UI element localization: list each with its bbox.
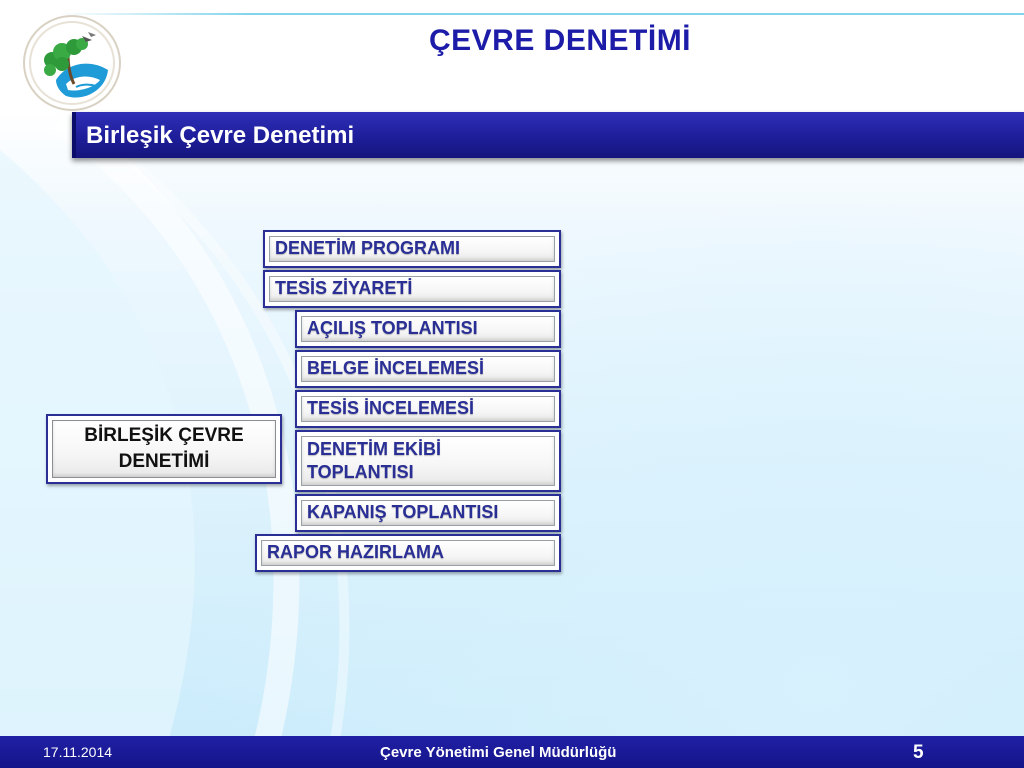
step-label: BELGE İNCELEMESİ bbox=[307, 358, 485, 379]
diagram-root-box: BİRLEŞİK ÇEVRE DENETİMİ bbox=[46, 414, 282, 484]
step-label: AÇILIŞ TOPLANTISI bbox=[307, 318, 478, 339]
step-box-tesis-incelemesi: TESİS İNCELEMESİ bbox=[295, 390, 561, 428]
step-box-tesis-ziyareti: TESİS ZİYARETİ bbox=[263, 270, 561, 308]
step-box-kapanis-toplantisi: KAPANIŞ TOPLANTISI bbox=[295, 494, 561, 532]
step-box-denetim-programi: DENETİM PROGRAMI bbox=[263, 230, 561, 268]
step-label: TESİS İNCELEMESİ bbox=[307, 398, 475, 419]
header-line bbox=[60, 13, 1024, 15]
step-box-acilis-toplantisi: AÇILIŞ TOPLANTISI bbox=[295, 310, 561, 348]
diagram-root-label: BİRLEŞİK ÇEVRE DENETİMİ bbox=[84, 425, 244, 472]
page-number: 5 bbox=[913, 742, 924, 763]
step-box-denetim-ekibi-toplantisi: DENETİM EKİBİ TOPLANTISI bbox=[295, 430, 561, 492]
step-box-belge-incelemesi: BELGE İNCELEMESİ bbox=[295, 350, 561, 388]
step-label: DENETİM EKİBİ TOPLANTISI bbox=[307, 438, 442, 482]
step-label: DENETİM PROGRAMI bbox=[275, 238, 461, 259]
step-label: KAPANIŞ TOPLANTISI bbox=[307, 502, 499, 523]
page-title: ÇEVRE DENETİMİ bbox=[428, 24, 692, 57]
ministry-logo-icon bbox=[23, 15, 121, 111]
step-label: RAPOR HAZIRLAMA bbox=[267, 542, 444, 563]
step-box-rapor-hazirlama: RAPOR HAZIRLAMA bbox=[255, 534, 561, 572]
step-label: TESİS ZİYARETİ bbox=[275, 278, 413, 299]
subtitle-bar: Birleşik Çevre Denetimi bbox=[72, 112, 1024, 158]
footer-date: 17.11.2014 bbox=[43, 744, 113, 760]
footer-organization: Çevre Yönetimi Genel Müdürlüğü bbox=[380, 744, 617, 761]
subtitle-text: Birleşik Çevre Denetimi bbox=[86, 122, 355, 149]
footer-bar: 17.11.2014 Çevre Yönetimi Genel Müdürlüğ… bbox=[0, 736, 1024, 768]
